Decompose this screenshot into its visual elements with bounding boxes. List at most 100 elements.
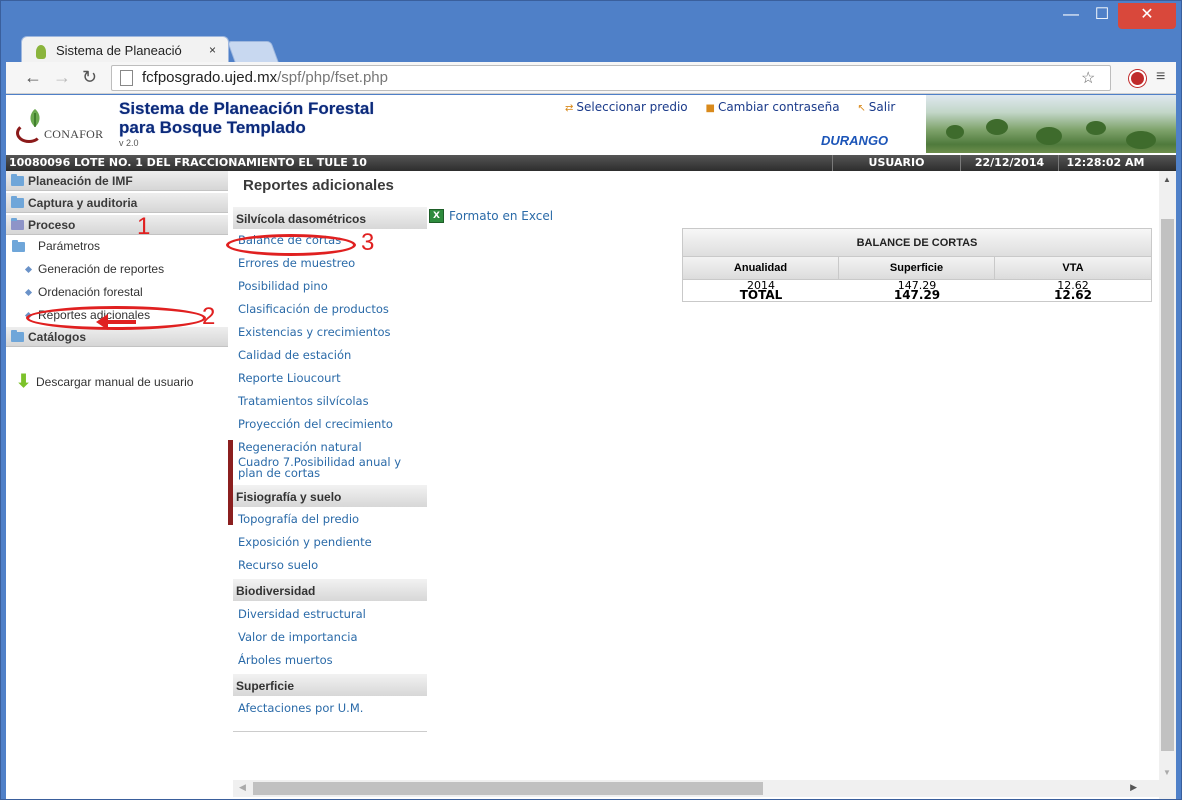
report-topografia[interactable]: Topografía del predio — [238, 512, 359, 526]
conafor-logo: CONAFOR — [12, 107, 112, 147]
tab-close-icon[interactable]: × — [209, 43, 216, 57]
annotation-number-2: 2 — [202, 303, 216, 330]
report-existencias[interactable]: Existencias y crecimientos — [238, 325, 391, 339]
scroll-thumb[interactable] — [1161, 219, 1174, 751]
scroll-down-icon[interactable]: ▼ — [1163, 768, 1171, 777]
open-folder-icon — [11, 218, 24, 230]
scroll-right-icon[interactable]: ▶ — [1130, 782, 1137, 793]
download-arrow-icon: ⬇ — [16, 371, 32, 391]
nav-section-planeacion[interactable]: Planeación de IMF — [6, 171, 228, 191]
logout-link[interactable]: ↖ Salir — [857, 100, 895, 114]
nav-item-ordenacion[interactable]: Ordenación forestal — [24, 285, 143, 299]
nav-section-captura[interactable]: Captura y auditoria — [6, 193, 228, 213]
browser-tab[interactable]: Sistema de Planeació × — [21, 36, 229, 64]
menu-divider — [233, 731, 427, 732]
report-tratamientos[interactable]: Tratamientos silvícolas — [238, 394, 369, 408]
report-cuadro-7[interactable]: Cuadro 7.Posibilidad anual y plan de cor… — [238, 456, 401, 479]
report-diversidad[interactable]: Diversidad estructural — [238, 607, 366, 621]
folder-icon — [11, 330, 24, 342]
nav-item-parametros[interactable]: Parámetros — [12, 239, 100, 253]
balance-table: BALANCE DE CORTAS Anualidad Superficie V… — [682, 228, 1152, 302]
forest-banner-image — [926, 95, 1176, 153]
url-host: fcfposgrado.ujed.mx — [142, 69, 278, 86]
report-clasificacion-productos[interactable]: Clasificación de productos — [238, 302, 389, 316]
browser-toolbar: ← → ↻ fcfposgrado.ujed.mx/spf/php/fset.p… — [6, 62, 1176, 94]
total-superficie: 147.29 — [893, 288, 941, 302]
back-arrow-icon[interactable]: ← — [24, 67, 42, 88]
adblock-icon[interactable] — [1129, 70, 1146, 87]
address-bar[interactable]: fcfposgrado.ujed.mx/spf/php/fset.php — [111, 65, 1111, 91]
close-window-button[interactable]: ✕ — [1118, 3, 1176, 29]
scroll-up-icon[interactable]: ▲ — [1163, 175, 1171, 184]
logo-arc — [16, 123, 42, 143]
maximize-button[interactable]: ☐ — [1086, 3, 1118, 29]
total-vta: 12.62 — [1054, 288, 1092, 302]
header-anualidad: Anualidad — [683, 257, 839, 279]
version-label: v 2.0 — [119, 138, 139, 148]
annotation-number-3: 3 — [361, 229, 375, 256]
left-navigation: Planeación de IMF Captura y auditoria Pr… — [6, 171, 228, 799]
swap-icon: ⇄ — [565, 103, 574, 114]
page-title: Reportes adicionales — [243, 177, 394, 194]
folder-icon — [11, 196, 24, 208]
new-tab-button[interactable] — [226, 41, 280, 63]
url-path: /spf/php/fset.php — [277, 69, 388, 86]
report-exposicion[interactable]: Exposición y pendiente — [238, 535, 372, 549]
report-calidad-estacion[interactable]: Calidad de estación — [238, 348, 351, 362]
lock-icon: ■ — [705, 103, 715, 114]
report-afectaciones[interactable]: Afectaciones por U.M. — [238, 701, 363, 715]
change-password-link[interactable]: ■ Cambiar contraseña — [705, 100, 839, 114]
bookmark-star-icon[interactable]: ☆ — [1081, 68, 1095, 88]
tab-title: Sistema de Planeació — [56, 43, 182, 58]
bullet-icon — [24, 288, 33, 297]
title-line-2: para Bosque Templado — [119, 118, 306, 137]
report-regeneracion[interactable]: Regeneración natural — [238, 440, 362, 454]
tab-bar: Sistema de Planeació × — ☐ ✕ — [1, 1, 1181, 64]
download-manual-link[interactable]: ⬇ Descargar manual de usuario — [16, 371, 193, 391]
section-fisiografia: Fisiografía y suelo — [233, 485, 427, 507]
scroll-thumb-h[interactable] — [253, 782, 763, 795]
header-links: ⇄ Seleccionar predio ■ Cambiar contraseña … — [565, 100, 909, 114]
report-proyeccion[interactable]: Proyección del crecimiento — [238, 417, 393, 431]
report-lioucourt[interactable]: Reporte Lioucourt — [238, 371, 341, 385]
vertical-scrollbar[interactable]: ▲ ▼ — [1159, 171, 1176, 799]
lote-label: 10080096 LOTE NO. 1 DEL FRACCIONAMIENTO … — [9, 156, 367, 169]
report-errores-muestreo[interactable]: Errores de muestreo — [238, 256, 355, 270]
favicon-icon — [36, 45, 46, 59]
menu-icon[interactable]: ≡ — [1156, 68, 1165, 86]
select-predio-link[interactable]: ⇄ Seleccionar predio — [565, 100, 688, 114]
header-superficie: Superficie — [839, 257, 995, 279]
annotation-ellipse-2 — [26, 306, 206, 330]
browser-window: Sistema de Planeació × — ☐ ✕ ← → ↻ fcfpo… — [0, 0, 1182, 800]
state-label: DURANGO — [821, 133, 889, 148]
report-arboles-muertos[interactable]: Árboles muertos — [238, 653, 333, 667]
scroll-left-icon[interactable]: ◀ — [239, 782, 246, 793]
excel-format-link[interactable]: X Formato en Excel — [429, 209, 553, 223]
status-bar: 10080096 LOTE NO. 1 DEL FRACCIONAMIENTO … — [6, 155, 1176, 171]
report-valor-importancia[interactable]: Valor de importancia — [238, 630, 358, 644]
folder-icon — [11, 174, 24, 186]
site-header: CONAFOR Sistema de Planeación Forestal p… — [6, 95, 1176, 155]
title-line-1: Sistema de Planeación Forestal — [119, 99, 375, 118]
section-silvicola: Silvícola dasométricos — [233, 207, 427, 229]
excel-icon: X — [429, 209, 444, 223]
nav-item-generacion-reportes[interactable]: Generación de reportes — [24, 262, 164, 276]
nav-section-catalogos[interactable]: Catálogos — [6, 327, 228, 347]
logo-text: CONAFOR — [44, 127, 104, 141]
report-posibilidad-pino[interactable]: Posibilidad pino — [238, 279, 328, 293]
horizontal-scrollbar[interactable]: ◀ ▶ — [233, 780, 1159, 797]
section-superficie: Superficie — [233, 674, 427, 696]
section-biodiversidad: Biodiversidad — [233, 579, 427, 601]
annotation-ellipse-3 — [226, 234, 356, 256]
annotation-number-1: 1 — [137, 213, 151, 240]
header-vta: VTA — [995, 257, 1151, 279]
report-recurso-suelo[interactable]: Recurso suelo — [238, 558, 318, 572]
nav-section-proceso[interactable]: Proceso — [6, 215, 228, 235]
minimize-button[interactable]: — — [1056, 3, 1086, 29]
exit-icon: ↖ — [857, 103, 866, 114]
table-header-row: Anualidad Superficie VTA — [683, 257, 1151, 279]
content-area: Reportes adicionales Silvícola dasométri… — [233, 171, 1159, 781]
forward-arrow-icon[interactable]: → — [53, 67, 71, 88]
reload-icon[interactable]: ↻ — [82, 67, 97, 88]
page-icon — [120, 70, 133, 86]
